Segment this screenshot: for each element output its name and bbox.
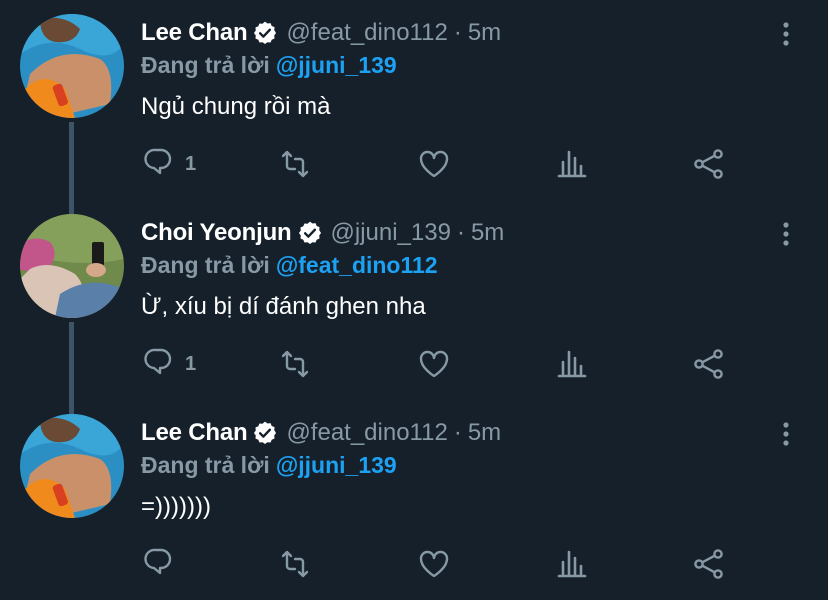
like-button[interactable]	[416, 546, 452, 582]
retweet-icon	[281, 150, 309, 178]
reply-icon	[144, 148, 172, 175]
more-options-icon[interactable]	[776, 20, 796, 48]
tweet-text: =)))))))	[141, 493, 211, 520]
display-name[interactable]: Lee Chan	[141, 419, 248, 447]
tweet-text: Ngủ chung rồi mà	[141, 93, 331, 120]
reply-button[interactable]	[141, 546, 185, 582]
replying-to: Đang trả lời @jjuni_139	[141, 452, 397, 479]
user-handle[interactable]: @feat_dino112	[286, 419, 447, 447]
replying-to-label: Đang trả lời	[141, 252, 270, 278]
reply-count: 1	[185, 352, 197, 375]
avatar[interactable]	[20, 214, 124, 318]
views-icon	[557, 350, 587, 378]
display-name[interactable]: Lee Chan	[141, 19, 248, 47]
views-button[interactable]	[555, 146, 591, 182]
like-icon	[419, 350, 449, 378]
avatar[interactable]	[20, 14, 124, 118]
reply-button[interactable]: 1	[141, 146, 196, 182]
views-button[interactable]	[555, 346, 591, 382]
tweet-text: Ừ, xíu bị dí đánh ghen nha	[141, 293, 426, 320]
reply-mention-link[interactable]: @jjuni_139	[276, 52, 397, 78]
like-icon	[419, 150, 449, 178]
share-icon	[694, 549, 723, 579]
tweet[interactable]: Lee Chan @feat_dino112 · 5m Đang trả lời…	[0, 0, 828, 200]
user-handle[interactable]: @feat_dino112	[286, 19, 447, 47]
avatar[interactable]	[20, 414, 124, 518]
retweet-button[interactable]	[277, 546, 313, 582]
retweet-icon	[281, 550, 309, 578]
views-icon	[557, 550, 587, 578]
reply-mention-link[interactable]: @jjuni_139	[276, 452, 397, 478]
separator-dot: ·	[456, 219, 465, 246]
share-button[interactable]	[691, 546, 727, 582]
like-icon	[419, 550, 449, 578]
more-options-icon[interactable]	[776, 220, 796, 248]
timestamp[interactable]: 5m	[471, 219, 504, 247]
display-name[interactable]: Choi Yeonjun	[141, 219, 292, 247]
tweet-actions	[0, 546, 828, 582]
share-button[interactable]	[691, 346, 727, 382]
verified-badge-icon	[297, 220, 322, 246]
tweet[interactable]: Lee Chan @feat_dino112 · 5m Đang trả lời…	[0, 400, 828, 600]
replying-to: Đang trả lời @jjuni_139	[141, 52, 397, 79]
more-options-icon[interactable]	[776, 420, 796, 448]
separator-dot: ·	[453, 419, 462, 446]
retweet-icon	[281, 350, 309, 378]
reply-count: 1	[185, 152, 197, 175]
views-button[interactable]	[555, 546, 591, 582]
tweet-actions: 1	[0, 146, 828, 182]
share-icon	[694, 149, 723, 179]
share-icon	[694, 349, 723, 379]
replying-to-label: Đang trả lời	[141, 452, 270, 478]
like-button[interactable]	[416, 346, 452, 382]
share-button[interactable]	[691, 146, 727, 182]
reply-button[interactable]: 1	[141, 346, 196, 382]
like-button[interactable]	[416, 146, 452, 182]
separator-dot: ·	[453, 19, 462, 46]
reply-icon	[144, 548, 172, 575]
reply-icon	[144, 348, 172, 375]
verified-badge-icon	[253, 420, 278, 446]
replying-to-label: Đang trả lời	[141, 52, 270, 78]
user-handle[interactable]: @jjuni_139	[331, 219, 451, 247]
retweet-button[interactable]	[277, 146, 313, 182]
reply-mention-link[interactable]: @feat_dino112	[276, 252, 438, 278]
retweet-button[interactable]	[277, 346, 313, 382]
verified-badge-icon	[253, 20, 278, 46]
timestamp[interactable]: 5m	[468, 19, 501, 47]
replying-to: Đang trả lời @feat_dino112	[141, 252, 438, 279]
tweet[interactable]: Choi Yeonjun @jjuni_139 · 5m Đang trả lờ…	[0, 200, 828, 400]
timestamp[interactable]: 5m	[468, 419, 501, 447]
views-icon	[557, 150, 587, 178]
tweet-actions: 1	[0, 346, 828, 382]
